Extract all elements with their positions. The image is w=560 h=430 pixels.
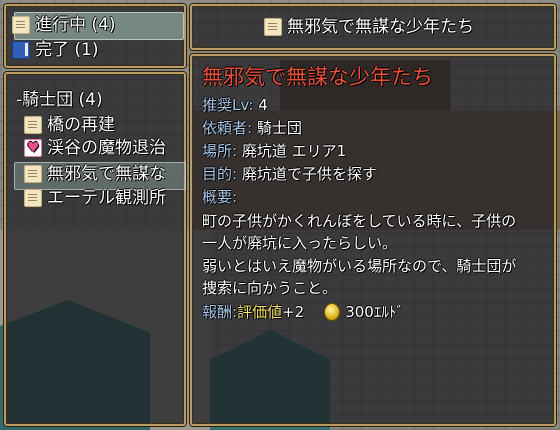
summary-line: 弱いとはいえ魔物がいる場所なので、騎士団が — [202, 257, 517, 275]
quest-list-window: -騎士団 (4) 橋の再建 渓谷の魔物退治 無邪気で無謀な エーテル観測所 — [4, 72, 186, 426]
client-label: 依頼者: — [202, 119, 253, 137]
recommended-label: 推奨Lv: — [202, 96, 254, 114]
book-icon — [12, 41, 30, 59]
quest-item[interactable]: 渓谷の魔物退治 — [24, 136, 182, 160]
objective-row: 目的: 廃坑道で子供を探す — [202, 163, 377, 185]
scroll-icon — [24, 189, 42, 207]
status-tab-label: 完了 (1) — [35, 40, 99, 60]
category-label: -騎士団 (4) — [16, 90, 103, 110]
quest-item-label: 渓谷の魔物退治 — [47, 138, 166, 158]
location-label: 場所: — [202, 142, 238, 160]
status-tab-label: 進行中 (4) — [35, 15, 116, 35]
gold-coin-icon — [324, 303, 341, 321]
quest-item-selected[interactable]: 無邪気で無謀な — [24, 162, 182, 186]
recommended-level: 推奨Lv: 4 — [202, 94, 268, 116]
quest-item-label: 橋の再建 — [47, 115, 115, 135]
heart-icon — [24, 137, 42, 159]
summary-label: 概要: — [202, 188, 238, 206]
summary-line: 一人が廃坑に入ったらしい。 — [202, 234, 398, 252]
reward-rating-value: +2 — [282, 303, 305, 321]
quest-status-window: 進行中 (4) 完了 (1) — [4, 4, 186, 68]
status-tab-completed[interactable]: 完了 (1) — [12, 38, 98, 62]
quest-item[interactable]: 橋の再建 — [24, 113, 115, 137]
quest-item-label: エーテル観測所 — [47, 188, 166, 208]
summary-label-row: 概要: — [202, 186, 237, 208]
quest-item[interactable]: エーテル観測所 — [24, 186, 182, 210]
quest-detail-window: 無邪気で無謀な少年たち 推奨Lv: 4 依頼者: 騎士団 場所: 廃坑道 エリア… — [190, 54, 556, 426]
status-tab-in-progress[interactable]: 進行中 (4) — [12, 13, 115, 37]
location-value: 廃坑道 エリア1 — [241, 142, 347, 160]
scroll-icon — [12, 16, 30, 34]
quest-title-window: 無邪気で無謀な少年たち — [190, 4, 556, 50]
client-row: 依頼者: 騎士団 — [202, 117, 302, 139]
objective-value: 廃坑道で子供を探す — [241, 165, 377, 183]
client-value: 騎士団 — [256, 119, 302, 137]
summary-line: 捜索に向かうこと。 — [202, 279, 338, 297]
quest-title-text: 無邪気で無謀な少年たち — [287, 17, 474, 37]
quest-category-knights[interactable]: -騎士団 (4) — [16, 88, 103, 112]
objective-label: 目的: — [202, 165, 238, 183]
quest-item-label: 無邪気で無謀な — [47, 164, 166, 184]
reward-row: 報酬: 評価値 +2 300ｴﾙﾄﾞ — [202, 301, 404, 323]
scroll-icon — [24, 165, 42, 183]
scroll-icon — [264, 18, 282, 36]
reward-gold-value: 300ｴﾙﾄﾞ — [345, 303, 404, 321]
quest-detail-title: 無邪気で無謀な少年たち — [202, 65, 433, 89]
scroll-icon — [24, 116, 42, 134]
quest-title-bar: 無邪気で無謀な少年たち — [264, 16, 474, 38]
reward-label: 報酬: — [202, 303, 238, 321]
recommended-value: 4 — [258, 96, 268, 114]
reward-rating-label: 評価値 — [237, 303, 283, 321]
summary-line: 町の子供がかくれんぼをしている時に、子供の — [202, 212, 517, 230]
location-row: 場所: 廃坑道 エリア1 — [202, 140, 346, 162]
